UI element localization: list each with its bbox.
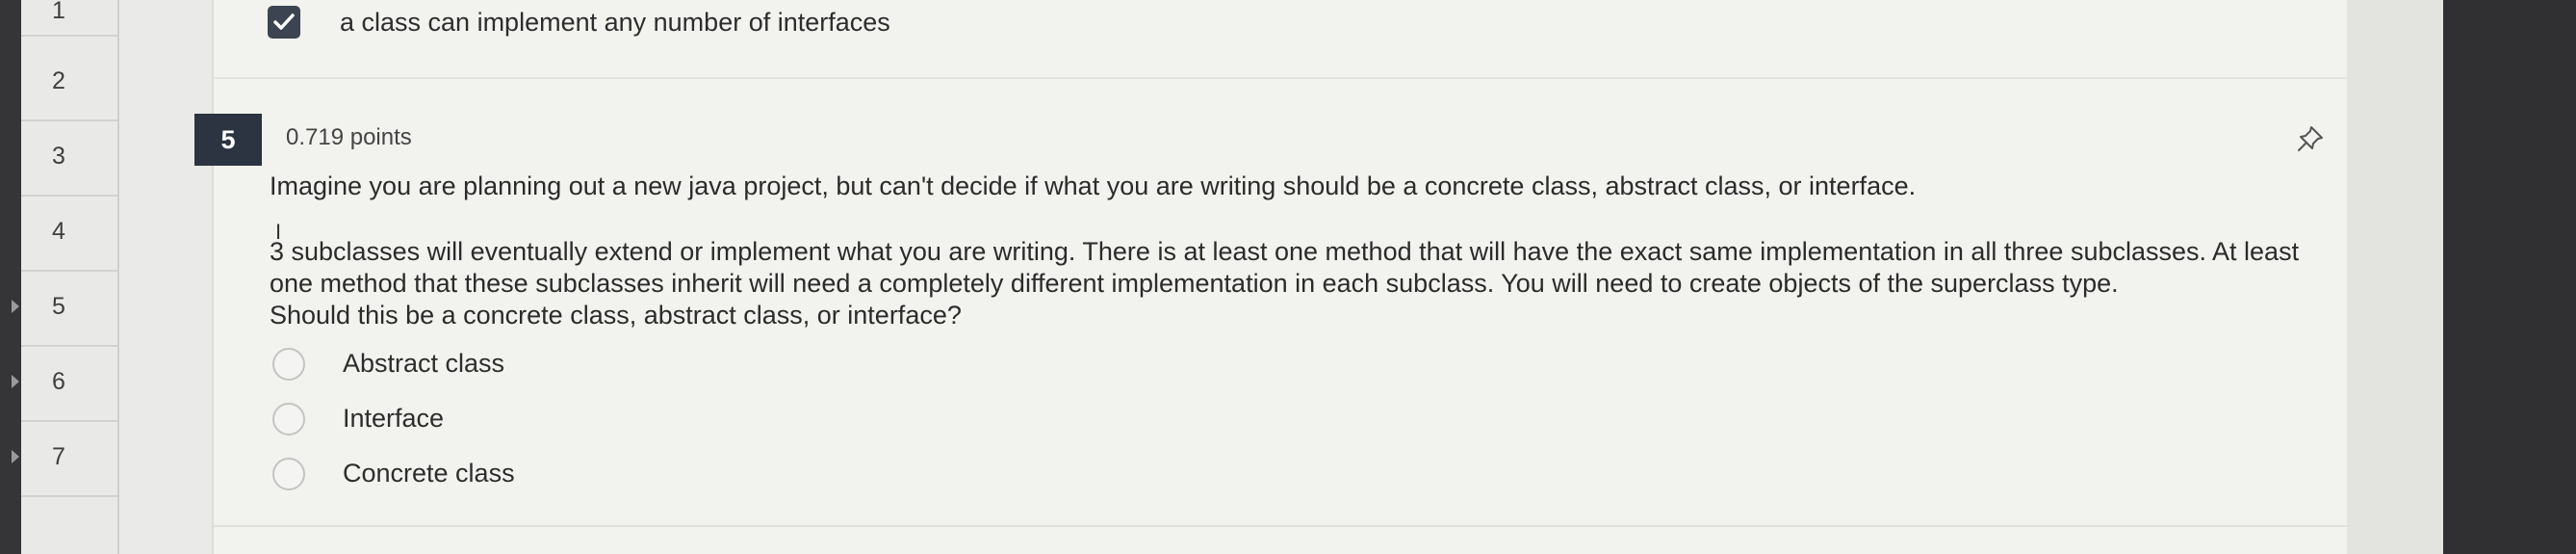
nav-item-question-1[interactable]: 1 <box>21 0 117 37</box>
nav-item-number: 6 <box>52 368 65 395</box>
answer-checkbox[interactable] <box>268 6 300 39</box>
answer-option-label: Concrete class <box>343 459 515 488</box>
question-points: 0.719 points <box>286 124 412 150</box>
nav-item-number: 7 <box>52 443 65 470</box>
pin-icon-graphic <box>2298 126 2323 151</box>
question-number-badge: 5 <box>194 114 262 166</box>
previous-answer-text: a class can implement any number of inte… <box>340 8 890 37</box>
nav-item-number: 4 <box>52 218 65 245</box>
marker-icon <box>12 375 19 388</box>
nav-item-question-7[interactable]: 7 <box>12 422 117 497</box>
nav-item-number: 2 <box>52 67 65 94</box>
monitor-bezel-right <box>2443 0 2576 554</box>
question-prompt-line-3: one method that these subclasses inherit… <box>270 269 2119 298</box>
page-margin-right <box>2347 0 2443 554</box>
check-icon <box>273 13 295 30</box>
monitor-bezel-left <box>0 0 21 554</box>
screen: 1 2 3 4 5 6 7 a class can implement any … <box>0 0 2576 554</box>
question-prompt-line-1: Imagine you are planning out a new java … <box>270 171 1917 200</box>
nav-item-number: 1 <box>52 0 65 24</box>
question-bottom-border <box>214 525 2347 527</box>
pin-icon[interactable] <box>2295 123 2326 159</box>
content-gutter <box>119 0 212 554</box>
nav-item-question-4[interactable]: 4 <box>21 197 117 272</box>
nav-item-question-5[interactable]: 5 <box>12 272 117 347</box>
marker-icon <box>12 450 19 463</box>
question-prompt-line-2: 3 subclasses will eventually extend or i… <box>270 237 2300 266</box>
question-divider <box>214 77 2347 79</box>
answer-option-label: Interface <box>343 404 445 433</box>
nav-item-question-3[interactable]: 3 <box>21 121 117 197</box>
question-navigator: 1 2 3 4 5 6 7 <box>12 0 119 554</box>
current-marker-icon <box>12 300 19 313</box>
answer-option-label: Abstract class <box>343 349 505 378</box>
nav-item-question-6[interactable]: 6 <box>12 347 117 422</box>
nav-item-number: 5 <box>52 293 65 320</box>
radio-button[interactable] <box>272 403 305 435</box>
radio-button[interactable] <box>272 348 305 381</box>
radio-button[interactable] <box>272 458 305 490</box>
nav-item-question-2[interactable]: 2 <box>21 46 117 121</box>
question-prompt-line-4: Should this be a concrete class, abstrac… <box>270 301 962 330</box>
nav-item-number: 3 <box>52 143 65 170</box>
